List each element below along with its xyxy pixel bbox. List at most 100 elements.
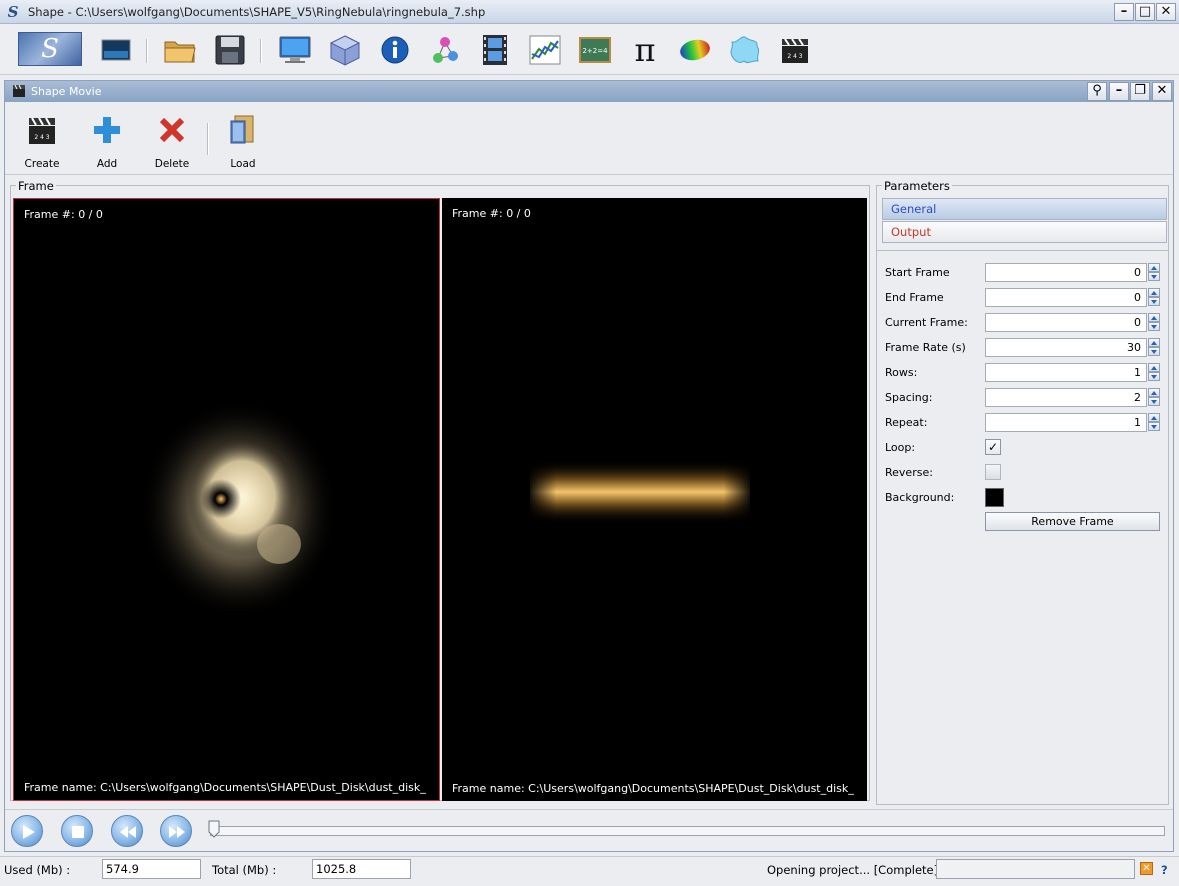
splash-icon[interactable]	[727, 33, 763, 67]
minimize-button[interactable]: –	[1114, 3, 1134, 21]
cube-icon[interactable]	[327, 33, 363, 67]
info-icon[interactable]	[377, 33, 413, 67]
loop-checkbox[interactable]: ✓	[985, 439, 1001, 455]
frame-rate-input[interactable]: 30	[985, 338, 1147, 357]
load-label: Load	[230, 158, 256, 170]
delete-button[interactable]: Delete	[147, 115, 197, 171]
fast-forward-button[interactable]	[160, 815, 192, 847]
dust-disk-image-right	[530, 460, 750, 524]
tab-general[interactable]: General	[882, 198, 1167, 220]
film-strip-icon[interactable]	[477, 33, 513, 67]
inner-close-button[interactable]: ✕	[1152, 82, 1172, 101]
parameters-body: Start Frame 0 End Frame 0 Current Frame:…	[877, 250, 1168, 802]
current-frame-input[interactable]: 0	[985, 313, 1147, 332]
save-disk-icon[interactable]	[212, 33, 248, 67]
frame-rate-label: Frame Rate (s)	[885, 341, 966, 354]
toolbar-separator	[146, 39, 148, 63]
parameters-title: Parameters	[882, 179, 952, 193]
create-button[interactable]: 2 4 3 Create	[17, 115, 67, 171]
frame-panel-title: Frame	[16, 179, 56, 193]
add-button[interactable]: Add	[82, 115, 132, 171]
frame-panel: Frame Frame #: 0 / 0 Frame name: C:\User…	[10, 179, 870, 801]
end-frame-spinner[interactable]	[1148, 288, 1160, 307]
clap-digits: 2 4 3	[787, 53, 802, 60]
plus-icon	[94, 117, 120, 143]
used-memory-label: Used (Mb) :	[4, 863, 71, 877]
stop-button[interactable]	[61, 815, 93, 847]
current-frame-spinner[interactable]	[1148, 313, 1160, 332]
tab-output[interactable]: Output	[882, 221, 1167, 243]
rewind-button[interactable]	[111, 815, 143, 847]
background-color-swatch[interactable]	[985, 488, 1004, 507]
open-folder-icon[interactable]	[162, 33, 198, 67]
status-message: Opening project... [Complete]	[767, 863, 939, 877]
load-button[interactable]: Load	[218, 115, 268, 171]
end-frame-row: End Frame 0	[885, 288, 1163, 308]
cancel-task-icon[interactable]: ✕	[1140, 862, 1153, 875]
rows-spinner[interactable]	[1148, 363, 1160, 382]
frame-name-left: Frame name: C:\Users\wolfgang\Documents\…	[24, 781, 426, 794]
help-button[interactable]: ?	[1161, 863, 1168, 877]
start-frame-spinner[interactable]	[1148, 263, 1160, 282]
frame-view-right[interactable]: Frame #: 0 / 0 Frame name: C:\Users\wolf…	[442, 198, 867, 801]
pin-button[interactable]: ⚲	[1087, 82, 1107, 101]
timeline-slider-track[interactable]	[210, 826, 1165, 836]
loop-row: Loop: ✓	[885, 438, 1163, 458]
remove-frame-button[interactable]: Remove Frame	[985, 512, 1160, 531]
frame-rate-spinner[interactable]	[1148, 338, 1160, 357]
rewind-icon	[120, 826, 136, 838]
spacing-row: Spacing: 2	[885, 388, 1163, 408]
start-frame-input[interactable]: 0	[985, 263, 1147, 282]
rows-input[interactable]: 1	[985, 363, 1147, 382]
chalkboard-text: 2+2=4	[582, 47, 608, 55]
window-titlebar: S Shape - C:\Users\wolfgang\Documents\SH…	[0, 0, 1179, 24]
parameters-panel: Parameters General Output Start Frame 0 …	[876, 179, 1169, 805]
shape-logo-icon[interactable]: S	[18, 32, 82, 66]
plot-chart-icon[interactable]	[527, 33, 563, 67]
maximize-button[interactable]: □	[1135, 3, 1155, 21]
fast-forward-icon	[169, 826, 185, 838]
spacing-spinner[interactable]	[1148, 388, 1160, 407]
node-graph-icon[interactable]	[427, 33, 463, 67]
status-bar: Used (Mb) : 574.9 Total (Mb) : 1025.8 Op…	[0, 856, 1179, 886]
play-icon	[23, 825, 35, 839]
rows-row: Rows: 1	[885, 363, 1163, 383]
chalkboard-icon[interactable]: 2+2=4	[577, 33, 613, 67]
add-label: Add	[96, 158, 118, 170]
clapperboard-icon[interactable]: 2 4 3	[777, 33, 813, 67]
render-view-icon[interactable]	[98, 33, 134, 67]
delete-label: Delete	[154, 158, 190, 170]
start-frame-row: Start Frame 0	[885, 263, 1163, 283]
main-toolbar: S 2+2=4 π 2 4 3	[0, 25, 1179, 75]
repeat-input[interactable]: 1	[985, 413, 1147, 432]
app-logo-icon: S	[7, 3, 19, 21]
reverse-row: Reverse:	[885, 463, 1163, 483]
end-frame-input[interactable]: 0	[985, 288, 1147, 307]
repeat-spinner[interactable]	[1148, 413, 1160, 432]
pi-icon[interactable]: π	[627, 33, 663, 67]
monitor-icon[interactable]	[277, 33, 313, 67]
reverse-checkbox[interactable]	[985, 464, 1001, 480]
current-frame-label: Current Frame:	[885, 316, 968, 329]
dust-disk-image-left	[139, 399, 339, 619]
progress-bar	[936, 859, 1135, 879]
color-ellipse-icon[interactable]	[677, 33, 713, 67]
spacing-label: Spacing:	[885, 391, 933, 404]
start-frame-label: Start Frame	[885, 266, 950, 279]
pi-glyph: π	[634, 31, 656, 69]
background-row: Background:	[885, 488, 1163, 508]
used-memory-value: 574.9	[102, 859, 201, 879]
delete-x-icon	[159, 117, 185, 143]
reverse-label: Reverse:	[885, 466, 933, 479]
inner-minimize-button[interactable]: –	[1109, 82, 1129, 101]
inner-restore-button[interactable]: ❐	[1130, 82, 1150, 101]
playback-bar	[5, 809, 1173, 849]
inner-window-titlebar: Shape Movie ⚲ – ❐ ✕	[5, 81, 1173, 102]
load-folder-icon	[230, 115, 254, 144]
spacing-input[interactable]: 2	[985, 388, 1147, 407]
shape-movie-window: Shape Movie ⚲ – ❐ ✕ 2 4 3 Create Add Del…	[4, 80, 1174, 852]
frame-view-left[interactable]: Frame #: 0 / 0 Frame name: C:\Users\wolf…	[13, 198, 440, 801]
timeline-slider-thumb[interactable]	[208, 820, 220, 838]
play-button[interactable]	[11, 815, 43, 847]
close-button[interactable]: ✕	[1156, 3, 1176, 21]
